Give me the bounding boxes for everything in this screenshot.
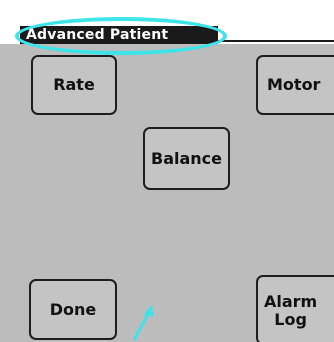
alarm-log-button[interactable]: Alarm Log <box>256 275 334 342</box>
title-divider <box>212 40 334 42</box>
title-highlight-annotation <box>15 17 227 55</box>
device-screen: Advanced Patient Rate Motor Balance Done… <box>0 0 334 342</box>
balance-button[interactable]: Balance <box>143 127 230 190</box>
done-button[interactable]: Done <box>29 279 117 340</box>
motor-button[interactable]: Motor <box>256 55 334 115</box>
pointer-arrow-icon <box>132 305 154 341</box>
rate-button[interactable]: Rate <box>31 55 117 115</box>
